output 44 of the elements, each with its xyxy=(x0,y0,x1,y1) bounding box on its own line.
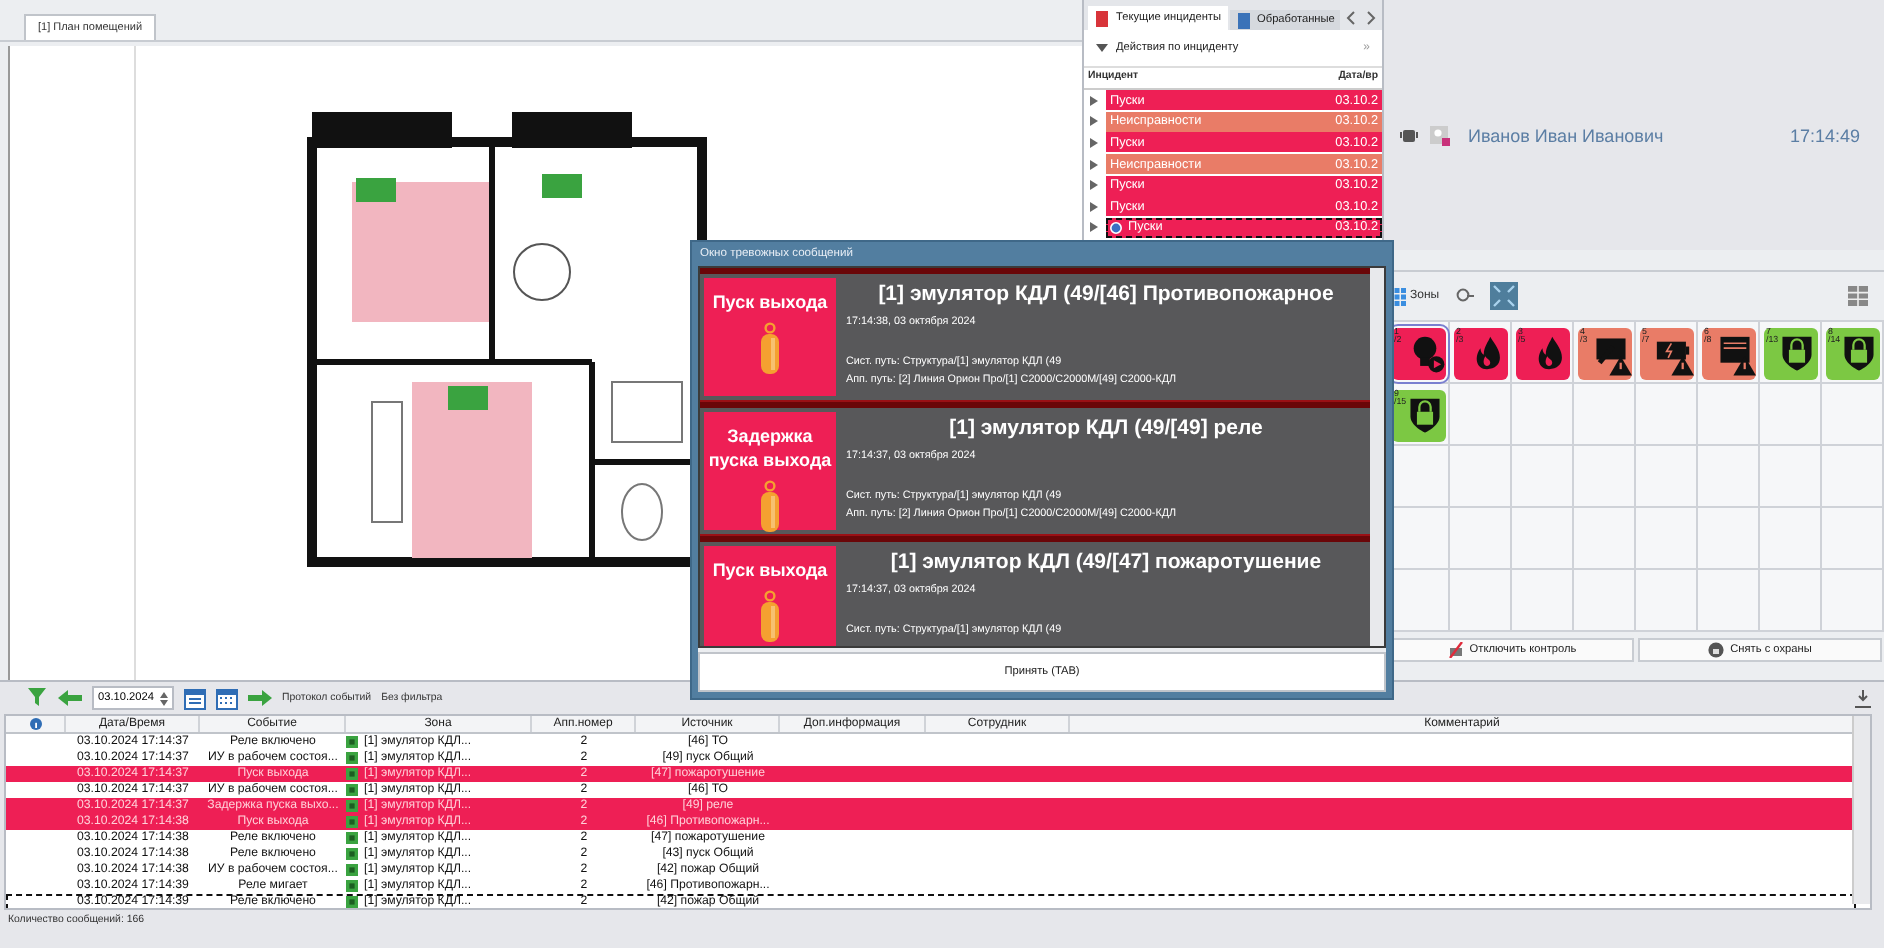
calendar-icon[interactable] xyxy=(184,687,206,709)
zone-status-icon xyxy=(346,832,358,844)
zone-status-icon xyxy=(346,880,358,892)
scrollbar[interactable] xyxy=(1852,716,1870,904)
gas-cylinder-icon xyxy=(758,322,782,374)
zone-status-icon xyxy=(346,800,358,812)
user-card-icon xyxy=(1430,125,1450,145)
alarm-type: Пуск выхода xyxy=(712,290,828,314)
robot-icon xyxy=(1400,126,1418,144)
zone-status-icon xyxy=(346,864,358,876)
zone-status-icon xyxy=(346,768,358,780)
document-icon xyxy=(1235,11,1252,29)
scroll-right-icon[interactable] xyxy=(1364,10,1377,26)
zone-status-icon xyxy=(346,896,358,908)
spinner-icon xyxy=(160,691,168,705)
zone-status-icon xyxy=(346,848,358,860)
caret-icon xyxy=(1096,44,1108,52)
message-title: [1] эмулятор КДЛ (49/[46] Противопожарное xyxy=(876,282,1336,306)
back-arrow-icon[interactable] xyxy=(58,690,82,706)
gas-cylinder-icon xyxy=(758,480,782,532)
alarm-type: Задержка пуска выхода xyxy=(706,424,834,472)
document-icon xyxy=(1094,9,1110,27)
zone-status-icon xyxy=(346,816,358,828)
disable-icon xyxy=(1447,642,1464,658)
forward-arrow-icon[interactable] xyxy=(248,690,272,706)
download-icon[interactable] xyxy=(1854,689,1872,707)
zone-status-icon xyxy=(346,736,358,748)
zone-status-icon xyxy=(346,752,358,764)
user-name: Иванов Иван Иванович xyxy=(1468,125,1664,145)
gas-cylinder-icon xyxy=(758,590,782,642)
fit-view-icon[interactable] xyxy=(1489,282,1518,310)
calendar-icon[interactable] xyxy=(216,687,238,709)
message-title: [1] эмулятор КДЛ (49/[47] пожаротушение xyxy=(888,550,1324,574)
scrollbar[interactable] xyxy=(1370,268,1384,646)
filter-icon[interactable] xyxy=(28,688,48,708)
alarm-type: Пуск выхода xyxy=(712,558,828,582)
message-title: [1] эмулятор КДЛ (49/[49] реле xyxy=(947,416,1265,440)
clock-time: 17:14:49 xyxy=(1789,125,1860,145)
search-icon[interactable] xyxy=(1455,288,1474,304)
zone-status-icon xyxy=(346,784,358,796)
table-icon[interactable] xyxy=(1848,286,1868,306)
status-dot-icon xyxy=(1110,221,1122,234)
disarm-icon xyxy=(1708,642,1725,658)
scroll-left-icon[interactable] xyxy=(1346,10,1359,26)
